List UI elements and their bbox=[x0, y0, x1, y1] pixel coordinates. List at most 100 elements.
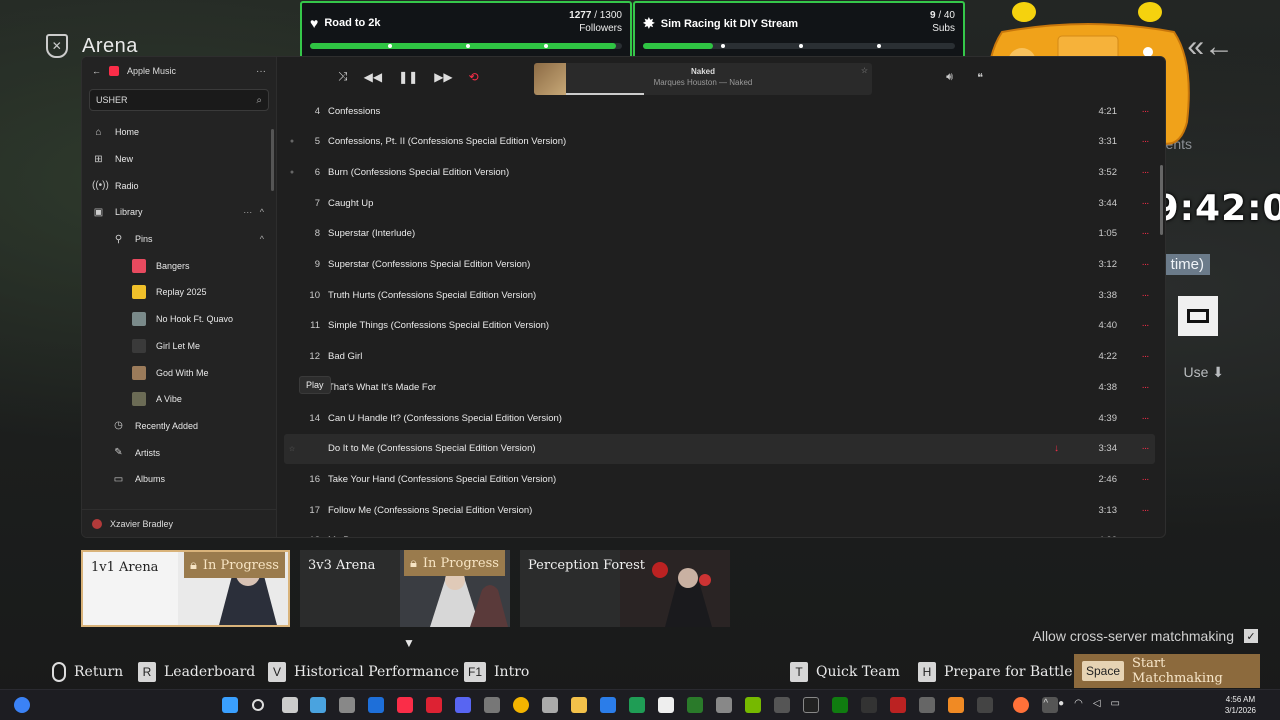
apple-music-icon[interactable] bbox=[397, 697, 413, 713]
sidebar-item-new[interactable]: ⊞ New bbox=[82, 146, 276, 173]
back-arrow-icon[interactable]: ← bbox=[92, 66, 101, 76]
track-row[interactable]: ☆ Do It to Me (Confessions Special Editio… bbox=[284, 433, 1155, 464]
library-more-icon[interactable]: ··· ^ bbox=[243, 207, 264, 217]
wifi-icon[interactable]: ◠ bbox=[1074, 698, 1083, 709]
sidebar-item-pins[interactable]: ⚲ Pins ^ bbox=[82, 226, 276, 253]
back-arrows-icon[interactable]: «← bbox=[1187, 30, 1234, 64]
more-options-icon[interactable]: ··· bbox=[1135, 505, 1155, 516]
battery-icon[interactable]: ▭ bbox=[1111, 698, 1120, 709]
track-row[interactable]: 8 Superstar (Interlude) 1:05 ··· bbox=[284, 219, 1155, 249]
pin-item-a-vibe[interactable]: A Vibe bbox=[82, 386, 276, 413]
track-row[interactable]: 14 Can U Handle It? (Confessions Special … bbox=[284, 403, 1155, 433]
search-icon[interactable]: ⌕ bbox=[256, 95, 262, 106]
firefox-icon[interactable] bbox=[1013, 697, 1029, 713]
bed-icon[interactable] bbox=[1178, 296, 1218, 336]
app-icon[interactable] bbox=[658, 697, 674, 713]
mode-card-1v1[interactable]: 1v1 Arena 🔒︎ In Progress bbox=[81, 550, 290, 627]
steam-icon[interactable] bbox=[803, 697, 819, 713]
track-row[interactable]: 16 Take Your Hand (Confessions Special Ed… bbox=[284, 464, 1155, 494]
track-row[interactable]: 9 Superstar (Confessions Special Edition … bbox=[284, 250, 1155, 280]
volume-icon[interactable]: ◁ bbox=[1093, 698, 1101, 709]
favorite-star-icon[interactable]: ☆ bbox=[284, 445, 300, 453]
track-row[interactable]: 13That's What It's Made For4:38··· bbox=[284, 372, 1155, 402]
pin-item-god-with-me[interactable]: God With Me bbox=[82, 359, 276, 386]
pin-item-replay[interactable]: Replay 2025 bbox=[82, 279, 276, 306]
more-icon[interactable]: ··· bbox=[256, 66, 266, 77]
search-value[interactable]: USHER bbox=[96, 95, 256, 105]
next-icon[interactable]: ▶▶ bbox=[434, 70, 452, 84]
search-input[interactable]: USHER ⌕ bbox=[89, 89, 269, 111]
now-playing[interactable]: Naked Marques Houston — Naked ☆ bbox=[534, 63, 872, 95]
prepare-battle-hint[interactable]: H Prepare for Battle bbox=[918, 662, 1073, 682]
playback-progress[interactable] bbox=[566, 93, 644, 95]
search-icon[interactable] bbox=[252, 699, 264, 711]
track-row[interactable]: 18 My Boo4:23 ··· bbox=[284, 526, 1155, 537]
chevron-up-icon[interactable]: ^ bbox=[1043, 698, 1048, 709]
track-row[interactable]: 17 Follow Me (Confessions Special Edition… bbox=[284, 495, 1155, 525]
more-options-icon[interactable]: ··· bbox=[1135, 228, 1155, 239]
sidebar-item-recently-added[interactable]: ◷ Recently Added bbox=[82, 413, 276, 440]
more-options-icon[interactable]: ··· bbox=[1135, 474, 1155, 485]
volume-icon[interactable]: 🔊︎ bbox=[946, 71, 953, 84]
app-icon[interactable] bbox=[484, 697, 500, 713]
app-icon[interactable] bbox=[716, 697, 732, 713]
more-options-icon[interactable]: ··· bbox=[1135, 443, 1155, 454]
pause-icon[interactable]: ❚❚ bbox=[398, 70, 418, 84]
weather-icon[interactable] bbox=[14, 697, 30, 713]
track-list-scrollbar[interactable] bbox=[1160, 165, 1163, 235]
more-options-icon[interactable]: ··· bbox=[1135, 136, 1155, 147]
pin-item-girl-let-me[interactable]: Girl Let Me bbox=[82, 333, 276, 360]
more-options-icon[interactable]: ··· bbox=[1135, 198, 1155, 209]
app-icon[interactable] bbox=[977, 697, 993, 713]
app-icon[interactable] bbox=[774, 697, 790, 713]
widgets-icon[interactable] bbox=[310, 697, 326, 713]
discord-icon[interactable] bbox=[455, 697, 471, 713]
more-options-icon[interactable]: ··· bbox=[1135, 351, 1155, 362]
quick-team-hint[interactable]: T Quick Team bbox=[790, 662, 900, 682]
settings-icon[interactable] bbox=[339, 697, 355, 713]
track-row[interactable]: 7 Caught Up 3:44 ··· bbox=[284, 188, 1155, 218]
task-view-icon[interactable] bbox=[282, 697, 298, 713]
pin-item-no-hook[interactable]: No Hook Ft. Quavo bbox=[82, 306, 276, 333]
app-icon[interactable] bbox=[861, 697, 877, 713]
app-icon[interactable] bbox=[368, 697, 384, 713]
cross-server-toggle[interactable]: Allow cross-server matchmaking ✓ bbox=[1033, 628, 1258, 644]
more-options-icon[interactable]: ··· bbox=[1135, 382, 1155, 393]
taskbar-clock[interactable]: 4:56 AM 3/1/2026 bbox=[1225, 694, 1256, 716]
intro-hint[interactable]: F1 Intro bbox=[464, 662, 529, 682]
sidebar-item-artists[interactable]: ✎ Artists bbox=[82, 439, 276, 466]
historical-performance-hint[interactable]: V Historical Performance bbox=[268, 662, 459, 682]
track-row[interactable]: ● 5 Confessions, Pt. II (Confessions Speci… bbox=[284, 127, 1155, 157]
more-options-icon[interactable]: ··· bbox=[1135, 167, 1155, 178]
pin-item-bangers[interactable]: Bangers bbox=[82, 252, 276, 279]
notepad-icon[interactable] bbox=[600, 697, 616, 713]
chevron-up-icon[interactable]: ^ bbox=[260, 234, 264, 244]
sidebar-item-library[interactable]: ▣ Library ··· ^ bbox=[82, 199, 276, 226]
mode-card-3v3[interactable]: 3v3 Arena 🔒︎ In Progress bbox=[300, 550, 510, 627]
app-icon[interactable] bbox=[629, 697, 645, 713]
start-icon[interactable] bbox=[222, 697, 238, 713]
more-options-icon[interactable]: ··· bbox=[1135, 413, 1155, 424]
track-row[interactable]: 11 Simple Things (Confessions Special Edi… bbox=[284, 311, 1155, 341]
previous-icon[interactable]: ◀◀ bbox=[364, 70, 382, 84]
chevron-down-icon[interactable]: ▼ bbox=[403, 636, 415, 650]
app-icon[interactable] bbox=[687, 697, 703, 713]
lyrics-icon[interactable]: ❝ bbox=[977, 71, 983, 84]
sidebar-item-radio[interactable]: ((•)) Radio bbox=[82, 172, 276, 199]
more-options-icon[interactable]: ··· bbox=[1135, 259, 1155, 270]
shuffle-icon[interactable]: ⤨ bbox=[338, 69, 348, 84]
track-row[interactable]: 12 Bad Girl 4:22 ··· bbox=[284, 342, 1155, 372]
download-icon[interactable]: ↓ bbox=[1054, 443, 1059, 454]
file-explorer-icon[interactable] bbox=[571, 697, 587, 713]
checkbox-checked-icon[interactable]: ✓ bbox=[1244, 629, 1258, 643]
more-options-icon[interactable]: ··· bbox=[1135, 290, 1155, 301]
sidebar-item-home[interactable]: ⌂ Home bbox=[82, 119, 276, 146]
more-options-icon[interactable]: ··· bbox=[1135, 320, 1155, 331]
nvidia-icon[interactable] bbox=[745, 697, 761, 713]
chatgpt-icon[interactable] bbox=[542, 697, 558, 713]
leaderboard-hint[interactable]: R Leaderboard bbox=[138, 662, 255, 682]
more-options-icon[interactable]: ··· bbox=[1135, 535, 1155, 537]
chrome-icon[interactable] bbox=[513, 697, 529, 713]
track-row[interactable]: 10 Truth Hurts (Confessions Special Editi… bbox=[284, 280, 1155, 310]
track-row[interactable]: 4 Confessions 4:21 ··· bbox=[284, 97, 1155, 126]
